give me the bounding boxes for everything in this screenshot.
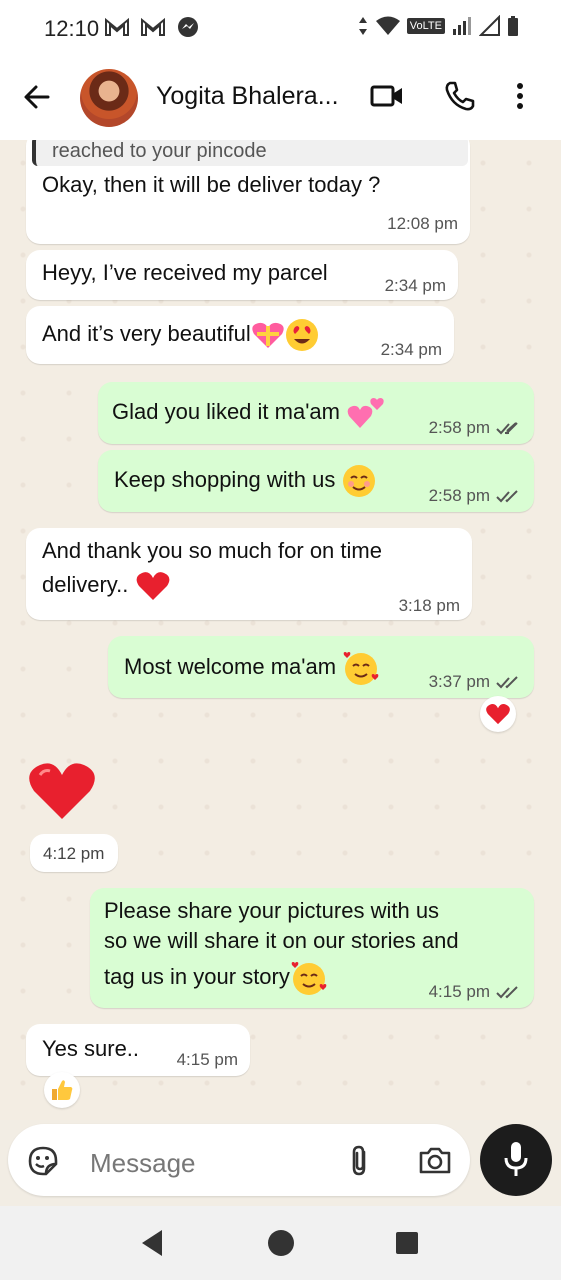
status-bar: 12:10 VoLTE	[0, 0, 561, 56]
heart-eyes-emoji	[285, 319, 318, 351]
quoted-message[interactable]: reached to your pincode	[32, 140, 468, 166]
avatar[interactable]	[80, 69, 138, 127]
message-time-chip: 4:12 pm	[30, 834, 118, 872]
message-time: 4:15 pm	[429, 982, 520, 1002]
video-call-icon[interactable]	[370, 80, 404, 112]
message-incoming[interactable]: And thank you so much for on time delive…	[26, 528, 472, 620]
message-time: 3:37 pm	[429, 672, 520, 692]
read-ticks-icon	[496, 985, 518, 998]
message-text: tag us in your story	[104, 960, 328, 996]
status-time: 12:10	[44, 16, 100, 41]
message-outgoing[interactable]: Please share your pictures with us so we…	[90, 888, 534, 1008]
gmail-icon	[105, 17, 129, 36]
message-reaction[interactable]	[480, 696, 516, 732]
message-text: Glad you liked it ma'am	[112, 396, 386, 430]
message-composer: Message	[0, 1120, 561, 1206]
message-time: 3:18 pm	[398, 596, 460, 615]
message-time: 4:15 pm	[176, 1050, 238, 1069]
message-text: Keep shopping with us	[114, 464, 376, 498]
back-arrow-icon[interactable]	[22, 82, 52, 112]
quoted-text: reached to your pincode	[52, 140, 267, 162]
message-time: 2:34 pm	[380, 340, 442, 359]
nav-recents-icon[interactable]	[394, 1230, 420, 1256]
thumbs-up-emoji	[52, 1080, 73, 1100]
message-incoming[interactable]: reached to your pincode Okay, then it wi…	[26, 140, 470, 244]
mic-button[interactable]	[480, 1124, 552, 1196]
message-time: 2:34 pm	[384, 276, 446, 295]
message-outgoing[interactable]: Most welcome ma'am 3:37 pm	[108, 636, 534, 698]
more-options-icon[interactable]	[514, 80, 526, 112]
smiling-blush-emoji	[342, 465, 375, 497]
message-text: Okay, then it will be deliver today ?	[42, 172, 381, 197]
red-heart-emoji[interactable]	[26, 758, 98, 824]
message-text: And thank you so much for on time	[42, 538, 382, 563]
red-heart-emoji	[486, 704, 510, 725]
system-navigation-bar	[0, 1206, 561, 1280]
message-time: 12:08 pm	[387, 214, 458, 233]
two-hearts-emoji	[347, 398, 384, 428]
message-outgoing[interactable]: Glad you liked it ma'am 2:58 pm	[98, 382, 534, 444]
messenger-icon	[178, 17, 198, 37]
nav-back-icon[interactable]	[138, 1228, 166, 1258]
attachment-icon[interactable]	[348, 1144, 372, 1178]
emoji-sticker-icon[interactable]	[26, 1144, 60, 1178]
nav-home-icon[interactable]	[266, 1228, 296, 1258]
gmail-icon	[141, 17, 165, 36]
message-placeholder: Message	[90, 1148, 196, 1178]
smiling-hearts-emoji	[343, 652, 379, 685]
gift-heart-emoji	[252, 322, 284, 348]
chat-header: Yogita Bhalera...	[0, 56, 561, 140]
system-icons: VoLTE	[357, 15, 519, 37]
message-time: 2:58 pm	[429, 418, 520, 438]
message-time: 4:12 pm	[43, 844, 105, 863]
message-input[interactable]: Message	[8, 1124, 470, 1196]
message-time: 2:58 pm	[429, 486, 520, 506]
signal-empty-icon	[479, 15, 500, 36]
data-arrows-icon	[358, 17, 367, 35]
chat-messages[interactable]: reached to your pincode Okay, then it wi…	[0, 140, 561, 1120]
microphone-icon	[504, 1142, 528, 1176]
message-text: And it’s very beautiful	[42, 318, 319, 352]
message-text: Yes sure..	[42, 1036, 140, 1061]
message-reaction[interactable]	[44, 1072, 80, 1108]
message-incoming[interactable]: And it’s very beautiful 2:34 pm	[26, 306, 454, 364]
notification-icons	[104, 15, 200, 39]
signal-icon	[453, 17, 471, 35]
camera-icon[interactable]	[418, 1144, 452, 1176]
message-text: Please share your pictures with us	[104, 898, 440, 923]
contact-name[interactable]: Yogita Bhalera...	[156, 82, 339, 111]
message-text: so we will share it on our stories and	[104, 928, 459, 953]
battery-icon	[508, 16, 518, 36]
message-outgoing[interactable]: Keep shopping with us 2:58 pm	[98, 450, 534, 512]
read-ticks-icon	[496, 421, 518, 434]
message-text: Heyy, I’ve received my parcel	[42, 260, 328, 285]
message-text: delivery..	[42, 570, 171, 602]
smiling-hearts-emoji	[291, 962, 327, 995]
message-text: Most welcome ma'am	[124, 650, 380, 686]
message-incoming[interactable]: Yes sure.. 4:15 pm	[26, 1024, 250, 1076]
red-heart-emoji	[136, 572, 169, 601]
voice-call-icon[interactable]	[444, 80, 476, 112]
read-ticks-icon	[496, 489, 518, 502]
wifi-icon	[375, 16, 400, 35]
message-incoming[interactable]: Heyy, I’ve received my parcel 2:34 pm	[26, 250, 458, 300]
read-ticks-icon	[496, 675, 518, 688]
volte-badge: VoLTE	[406, 18, 445, 34]
